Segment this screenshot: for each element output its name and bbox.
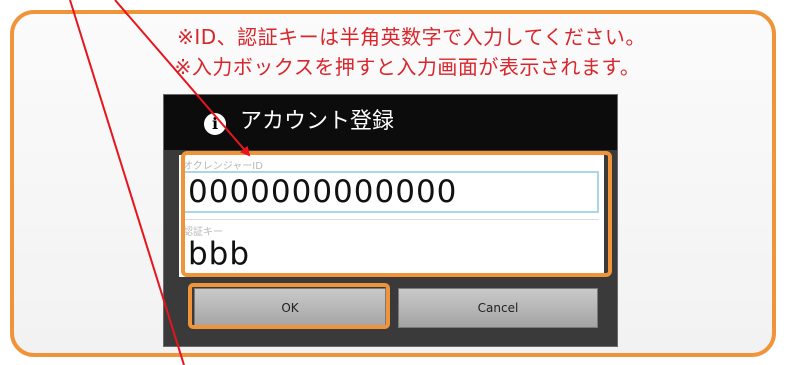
annotation-arrow-line bbox=[114, 0, 251, 157]
annotation-overlay bbox=[69, 0, 251, 365]
annotation-line bbox=[69, 0, 185, 365]
